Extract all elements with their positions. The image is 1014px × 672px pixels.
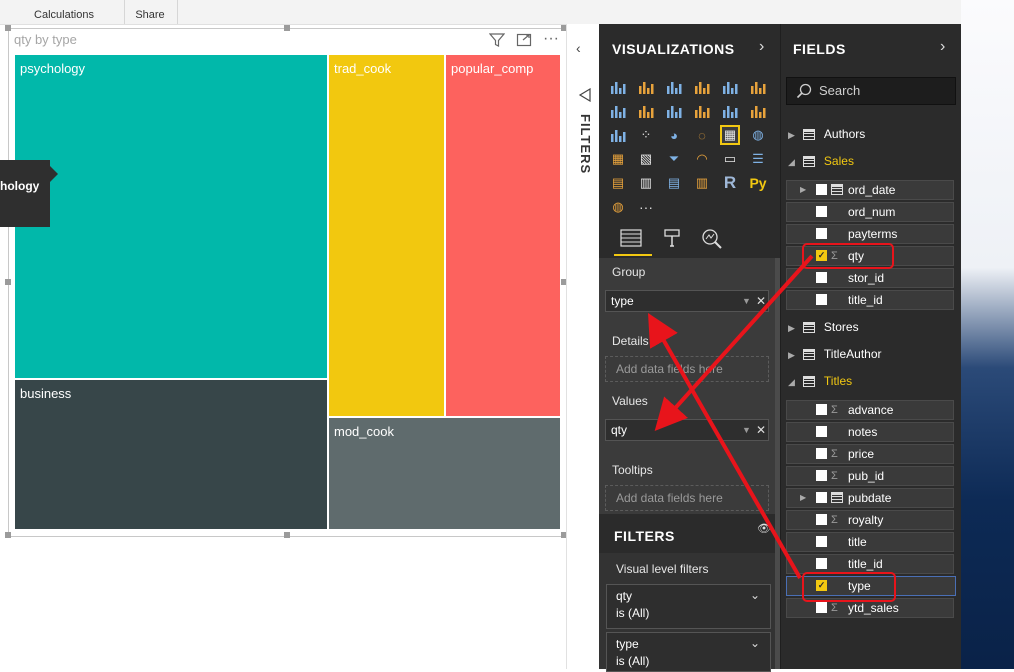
annotation-arrow-type [648, 313, 802, 579]
annotation-box-type [802, 572, 896, 602]
annotation-arrow-qty [654, 254, 814, 431]
annotation-box-qty [802, 243, 894, 269]
annotation-overlay [648, 243, 896, 602]
